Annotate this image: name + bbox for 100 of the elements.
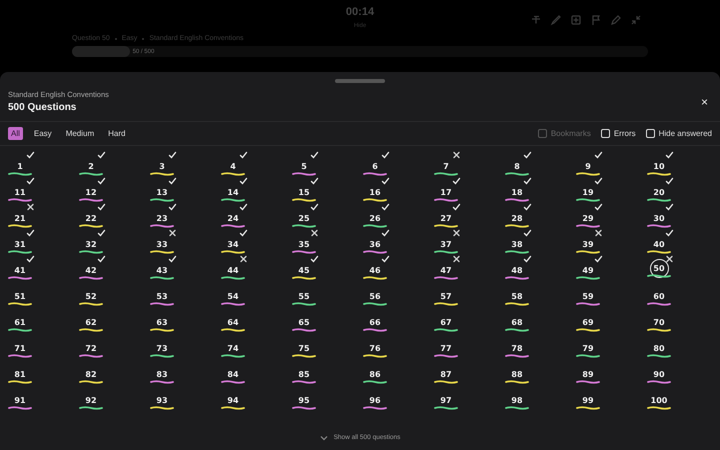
- question-number[interactable]: 85: [298, 368, 310, 380]
- question-number[interactable]: 65: [298, 316, 310, 328]
- question-number[interactable]: 58: [511, 290, 523, 302]
- question-number[interactable]: 57: [440, 290, 452, 302]
- calculator-icon[interactable]: [570, 14, 582, 26]
- question-number[interactable]: 88: [511, 368, 523, 380]
- collapse-icon[interactable]: [630, 14, 642, 26]
- question-number[interactable]: 7: [440, 160, 452, 172]
- drag-handle[interactable]: [335, 79, 385, 83]
- question-number[interactable]: 47: [440, 264, 452, 276]
- question-number[interactable]: 14: [227, 186, 239, 198]
- question-number[interactable]: 16: [369, 186, 381, 198]
- question-number[interactable]: 56: [369, 290, 381, 302]
- question-number[interactable]: 96: [369, 394, 381, 406]
- question-number[interactable]: 31: [14, 238, 26, 250]
- question-number[interactable]: 19: [582, 186, 594, 198]
- question-number[interactable]: 12: [85, 186, 97, 198]
- question-number[interactable]: 26: [369, 212, 381, 224]
- question-number[interactable]: 42: [85, 264, 97, 276]
- filter-tab[interactable]: Medium: [62, 127, 98, 140]
- question-number[interactable]: 83: [156, 368, 168, 380]
- question-number[interactable]: 99: [582, 394, 594, 406]
- question-number[interactable]: 77: [440, 342, 452, 354]
- question-number[interactable]: 43: [156, 264, 168, 276]
- question-number[interactable]: 39: [582, 238, 594, 250]
- question-number[interactable]: 62: [85, 316, 97, 328]
- question-number[interactable]: 74: [227, 342, 239, 354]
- question-number[interactable]: 70: [653, 316, 665, 328]
- question-number[interactable]: 9: [582, 160, 594, 172]
- question-number[interactable]: 87: [440, 368, 452, 380]
- question-number[interactable]: 98: [511, 394, 523, 406]
- question-number[interactable]: 17: [440, 186, 452, 198]
- question-number[interactable]: 18: [511, 186, 523, 198]
- question-number[interactable]: 79: [582, 342, 594, 354]
- question-number[interactable]: 32: [85, 238, 97, 250]
- question-number[interactable]: 54: [227, 290, 239, 302]
- question-number[interactable]: 94: [227, 394, 239, 406]
- question-number[interactable]: 40: [653, 238, 665, 250]
- pencil-icon[interactable]: [610, 14, 622, 26]
- question-number[interactable]: 3: [156, 160, 168, 172]
- question-number[interactable]: 66: [369, 316, 381, 328]
- question-number[interactable]: 2: [85, 160, 97, 172]
- question-number[interactable]: 25: [298, 212, 310, 224]
- question-number[interactable]: 45: [298, 264, 310, 276]
- question-number[interactable]: 75: [298, 342, 310, 354]
- question-number[interactable]: 51: [14, 290, 26, 302]
- question-number[interactable]: 93: [156, 394, 168, 406]
- question-number[interactable]: 90: [653, 368, 665, 380]
- question-number[interactable]: 80: [653, 342, 665, 354]
- question-number[interactable]: 69: [582, 316, 594, 328]
- question-number[interactable]: 24: [227, 212, 239, 224]
- question-number[interactable]: 35: [298, 238, 310, 250]
- strikethrough-icon[interactable]: [530, 14, 542, 26]
- question-number[interactable]: 92: [85, 394, 97, 406]
- highlighter-icon[interactable]: [550, 14, 562, 26]
- question-number[interactable]: 34: [227, 238, 239, 250]
- filter-tab[interactable]: Easy: [30, 127, 55, 140]
- question-number[interactable]: 71: [14, 342, 26, 354]
- question-number[interactable]: 76: [369, 342, 381, 354]
- question-number[interactable]: 49: [582, 264, 594, 276]
- question-number[interactable]: 86: [369, 368, 381, 380]
- question-number[interactable]: 4: [227, 160, 239, 172]
- question-number[interactable]: 44: [227, 264, 239, 276]
- question-number[interactable]: 52: [85, 290, 97, 302]
- question-number[interactable]: 36: [369, 238, 381, 250]
- question-number[interactable]: 95: [298, 394, 310, 406]
- question-number[interactable]: 50: [650, 259, 668, 278]
- question-number[interactable]: 72: [85, 342, 97, 354]
- question-number[interactable]: 5: [298, 160, 310, 172]
- question-number[interactable]: 27: [440, 212, 452, 224]
- question-number[interactable]: 63: [156, 316, 168, 328]
- question-number[interactable]: 20: [653, 186, 665, 198]
- question-number[interactable]: 10: [653, 160, 665, 172]
- question-number[interactable]: 68: [511, 316, 523, 328]
- question-number[interactable]: 82: [85, 368, 97, 380]
- question-number[interactable]: 89: [582, 368, 594, 380]
- question-number[interactable]: 60: [653, 290, 665, 302]
- question-number[interactable]: 21: [14, 212, 26, 224]
- question-number[interactable]: 48: [511, 264, 523, 276]
- question-number[interactable]: 91: [14, 394, 26, 406]
- question-number[interactable]: 15: [298, 186, 310, 198]
- filter-tab[interactable]: All: [8, 127, 23, 140]
- question-number[interactable]: 8: [511, 160, 523, 172]
- question-number[interactable]: 84: [227, 368, 239, 380]
- question-number[interactable]: 23: [156, 212, 168, 224]
- question-number[interactable]: 11: [14, 186, 26, 198]
- question-number[interactable]: 81: [14, 368, 26, 380]
- flag-icon[interactable]: [590, 14, 602, 26]
- question-number[interactable]: 73: [156, 342, 168, 354]
- question-number[interactable]: 55: [298, 290, 310, 302]
- question-number[interactable]: 78: [511, 342, 523, 354]
- question-number[interactable]: 29: [582, 212, 594, 224]
- question-number[interactable]: 59: [582, 290, 594, 302]
- question-number[interactable]: 46: [369, 264, 381, 276]
- question-number[interactable]: 53: [156, 290, 168, 302]
- question-number[interactable]: 67: [440, 316, 452, 328]
- question-number[interactable]: 61: [14, 316, 26, 328]
- question-number[interactable]: 13: [156, 186, 168, 198]
- question-number[interactable]: 28: [511, 212, 523, 224]
- close-button[interactable]: ×: [698, 94, 710, 108]
